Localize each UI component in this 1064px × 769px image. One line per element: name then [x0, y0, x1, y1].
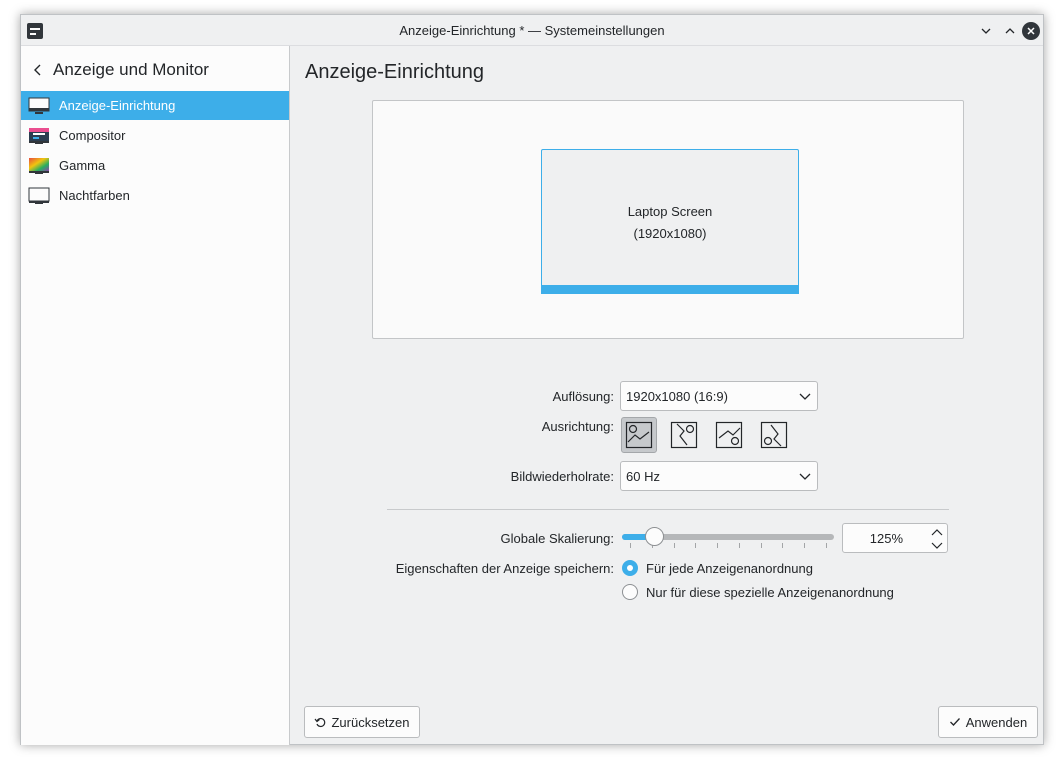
compositor-icon	[29, 127, 49, 144]
orientation-portrait-flipped-button[interactable]	[756, 417, 792, 453]
refresh-rate-combobox[interactable]: 60 Hz	[620, 461, 818, 491]
sidebar-back-button[interactable]: Anzeige und Monitor	[31, 59, 209, 81]
screen-name: Laptop Screen	[627, 204, 713, 219]
sidebar-item-label: Anzeige-Einrichtung	[59, 98, 176, 113]
slider-tick	[673, 543, 675, 548]
undo-icon	[315, 717, 326, 728]
sidebar-item-label: Nachtfarben	[59, 188, 130, 203]
sidebar-item-nachtfarben[interactable]: Nachtfarben	[21, 181, 289, 210]
chevron-down-icon	[981, 28, 991, 34]
screen-primary-bar	[541, 285, 799, 294]
slider-tick	[717, 543, 719, 548]
radio-specific-arrangement-label[interactable]: Nur für diese spezielle Anzeigenanordnun…	[646, 585, 894, 600]
sidebar-item-label: Gamma	[59, 158, 106, 173]
refresh-rate-value: 60 Hz	[626, 468, 660, 484]
apply-label: Anwenden	[965, 714, 1028, 730]
resolution-label: Auflösung:	[552, 389, 614, 404]
minimize-button[interactable]	[976, 21, 996, 41]
close-button[interactable]	[1022, 22, 1040, 40]
laptop-screen-output[interactable]: Laptop Screen (1920x1080)	[541, 149, 799, 294]
settings-window: Anzeige-Einrichtung * — Systemeinstellun…	[20, 14, 1044, 745]
chevron-down-icon	[799, 393, 811, 400]
reset-label: Zurücksetzen	[331, 714, 410, 730]
apply-button[interactable]: Anwenden	[938, 706, 1038, 738]
monitor-icon	[28, 97, 50, 114]
chevron-left-icon	[34, 64, 41, 76]
page-title: Anzeige-Einrichtung	[305, 61, 484, 83]
main-content: Anzeige-Einrichtung Laptop Screen (1920x…	[291, 46, 1044, 745]
chevron-down-icon	[799, 473, 811, 480]
slider-tick	[782, 543, 784, 548]
rotate-right-icon	[760, 421, 788, 449]
close-icon	[1027, 27, 1035, 35]
slider-tick	[760, 543, 762, 548]
resolution-combobox[interactable]: 1920x1080 (16:9)	[620, 381, 818, 411]
radio-every-arrangement[interactable]	[622, 560, 638, 576]
window-title: Anzeige-Einrichtung * — Systemeinstellun…	[399, 23, 665, 38]
scaling-spinbox[interactable]: 125%	[842, 523, 948, 553]
sidebar-item-anzeige-einrichtung[interactable]: Anzeige-Einrichtung	[21, 91, 289, 120]
slider-tick	[804, 543, 806, 548]
checkmark-icon	[949, 718, 960, 726]
chevron-up-icon	[1005, 28, 1015, 34]
orientation-portrait-button[interactable]	[666, 417, 702, 453]
sidebar-item-gamma[interactable]: Gamma	[21, 151, 289, 180]
scaling-slider-handle[interactable]	[644, 527, 664, 546]
display-preview-area: Laptop Screen (1920x1080)	[372, 100, 964, 339]
rotate-left-icon	[670, 421, 698, 449]
inverted-icon	[715, 421, 743, 449]
gamma-icon	[29, 157, 49, 174]
slider-tick	[695, 543, 697, 548]
screen-resolution: (1920x1080)	[633, 226, 707, 241]
save-properties-label: Eigenschaften der Anzeige speichern:	[395, 561, 614, 576]
global-scaling-label: Globale Skalierung:	[500, 531, 614, 546]
reset-button[interactable]: Zurücksetzen	[304, 706, 420, 738]
sidebar-item-label: Compositor	[59, 128, 126, 143]
sidebar: Anzeige und Monitor Anzeige-Einrichtung …	[21, 46, 290, 745]
resolution-value: 1920x1080 (16:9)	[626, 388, 728, 404]
orientation-inverted-button[interactable]	[711, 417, 747, 453]
slider-tick	[738, 543, 740, 548]
radio-specific-arrangement[interactable]	[622, 584, 638, 600]
refresh-rate-label: Bildwiederholrate:	[510, 469, 614, 484]
radio-every-arrangement-label[interactable]: Für jede Anzeigenanordnung	[646, 561, 813, 576]
slider-tick	[826, 543, 827, 548]
sidebar-title: Anzeige und Monitor	[53, 60, 209, 79]
sidebar-item-compositor[interactable]: Compositor	[21, 121, 289, 150]
separator	[387, 509, 949, 510]
slider-tick	[630, 543, 631, 548]
night-color-icon	[28, 187, 50, 204]
spin-arrows-icon[interactable]	[930, 527, 944, 551]
orientation-label: Ausrichtung:	[541, 419, 614, 434]
orientation-landscape-button[interactable]	[621, 417, 657, 453]
title-bar: Anzeige-Einrichtung * — Systemeinstellun…	[21, 15, 1043, 46]
landscape-icon	[625, 421, 653, 449]
scaling-value: 125%	[869, 531, 903, 546]
maximize-button[interactable]	[1000, 21, 1020, 41]
